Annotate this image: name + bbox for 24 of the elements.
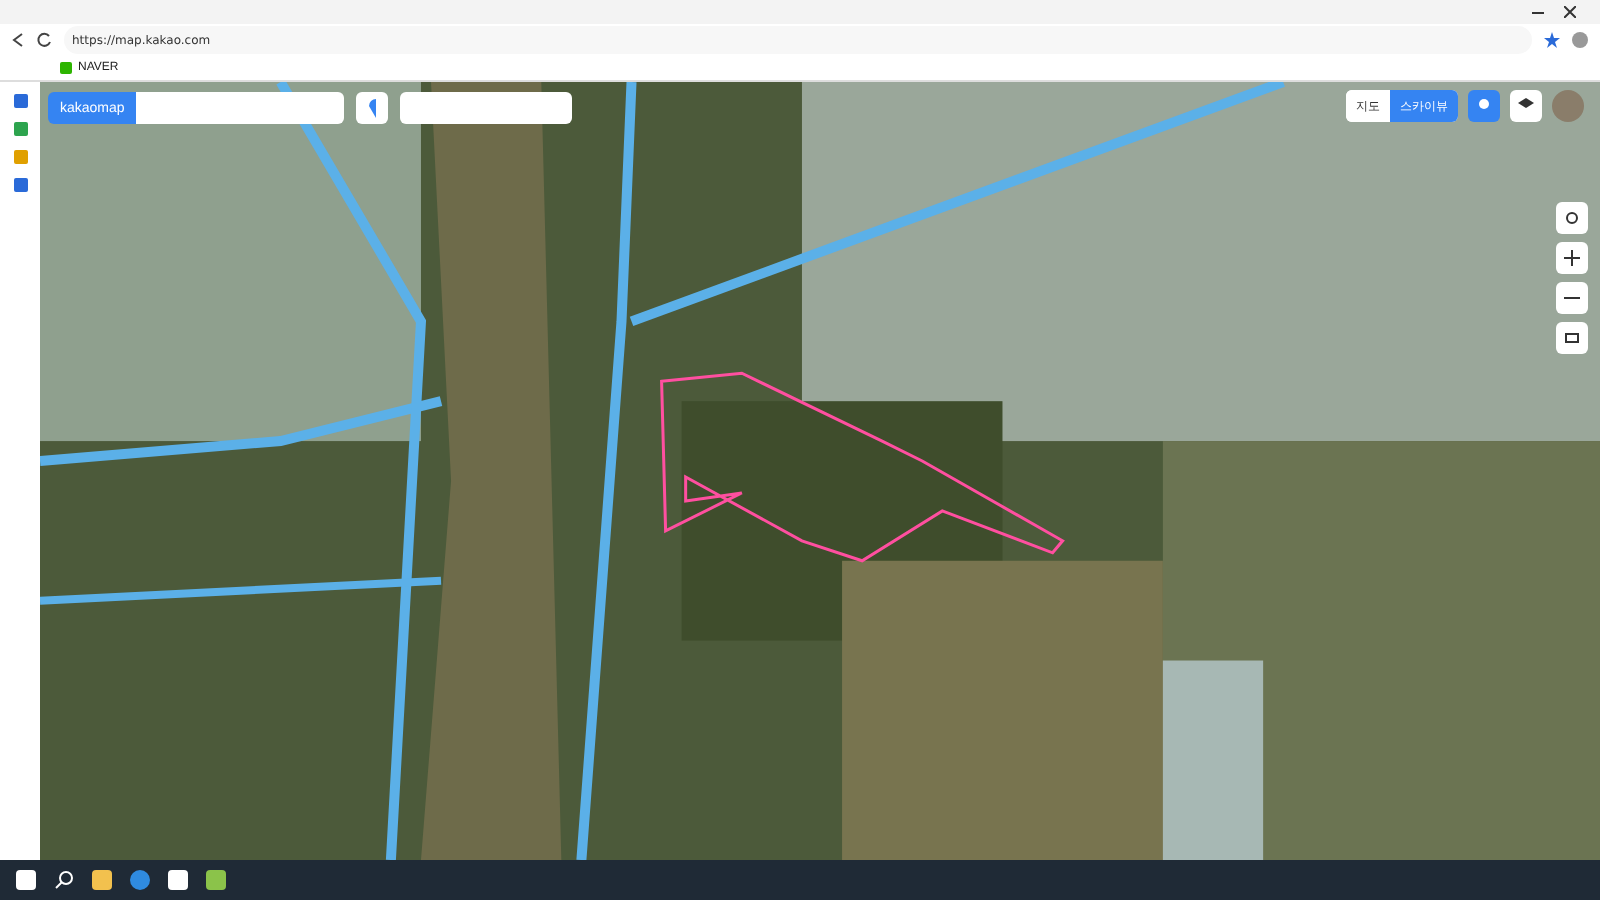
back-icon[interactable] (12, 32, 24, 48)
refresh-icon[interactable] (36, 32, 52, 48)
zoom-out-button[interactable] (1556, 282, 1588, 314)
layers-button[interactable] (1510, 90, 1542, 122)
close-icon[interactable] (1564, 6, 1576, 18)
folder-icon[interactable] (92, 870, 112, 890)
search-icon[interactable] (54, 870, 74, 890)
locate-button[interactable] (1556, 202, 1588, 234)
star-icon[interactable] (1544, 32, 1560, 48)
target-icon (1564, 210, 1580, 226)
pin-button[interactable] (1468, 90, 1500, 122)
zoom-in-button[interactable] (1556, 242, 1588, 274)
location-button[interactable] (356, 92, 389, 124)
minimize-icon[interactable] (1532, 11, 1544, 13)
plus-icon (1564, 250, 1580, 266)
profile-icon[interactable] (1572, 32, 1588, 48)
start-icon[interactable] (16, 870, 36, 890)
search-field[interactable] (136, 92, 345, 124)
browser-icon[interactable] (130, 870, 150, 890)
satellite-map-drawing[interactable] (40, 82, 1600, 860)
layers-icon (1518, 98, 1534, 114)
ruler-button[interactable] (1556, 322, 1588, 354)
ruler-icon (1564, 330, 1580, 346)
circle-icon (1478, 98, 1490, 114)
